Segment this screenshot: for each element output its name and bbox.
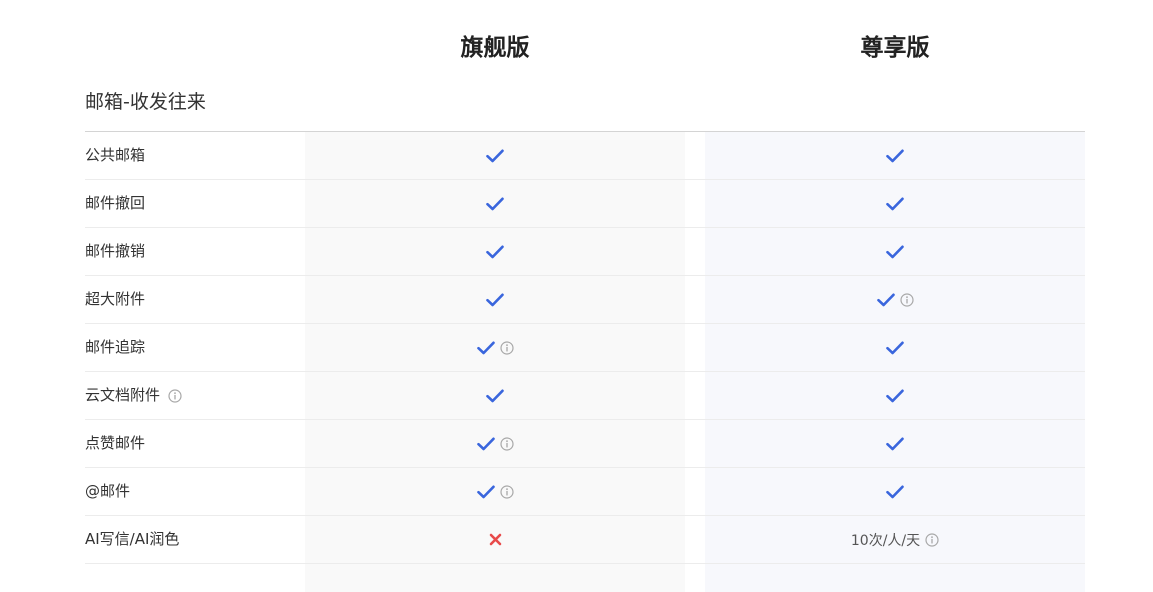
feature-label: 超大附件 (85, 290, 146, 308)
flagship-cell (305, 468, 685, 515)
check-icon (485, 242, 505, 262)
check-icon (885, 194, 905, 214)
flagship-cell (305, 372, 685, 419)
premium-cell (705, 180, 1085, 227)
info-icon[interactable] (500, 340, 515, 355)
feature-label: 云文档附件 (85, 386, 161, 404)
info-icon[interactable] (500, 484, 515, 499)
feature-name: 公共邮箱 (85, 132, 145, 179)
flagship-cell (305, 324, 685, 371)
feature-label: AI写信/AI润色 (85, 530, 180, 548)
premium-cell (705, 468, 1085, 515)
check-icon (476, 482, 496, 502)
feature-label: 邮件撤回 (85, 194, 146, 212)
check-icon (476, 434, 496, 454)
feature-name: 点赞邮件 (85, 420, 145, 467)
table-row: 邮件撤销 (85, 228, 1085, 276)
check-icon (885, 146, 905, 166)
check-icon (885, 338, 905, 358)
flagship-cell (305, 516, 685, 563)
info-icon[interactable] (924, 532, 939, 547)
flagship-cell (305, 132, 685, 179)
plan-header-premium: 尊享版 (860, 35, 930, 61)
check-icon (476, 338, 496, 358)
feature-label: 邮件撤销 (85, 242, 146, 260)
check-icon (485, 386, 505, 406)
premium-cell (705, 372, 1085, 419)
info-icon[interactable] (167, 388, 182, 403)
check-icon (885, 242, 905, 262)
feature-label: 点赞邮件 (85, 434, 146, 452)
feature-name: 云文档附件 (85, 372, 182, 419)
premium-cell (705, 324, 1085, 371)
flagship-cell (305, 228, 685, 275)
table-row: 点赞邮件 (85, 420, 1085, 468)
flagship-cell (305, 180, 685, 227)
premium-cell: 10次/人/天 (705, 516, 1085, 563)
feature-label: 公共邮箱 (85, 146, 146, 164)
table-row: 公共邮箱 (85, 132, 1085, 180)
usage-limit-text: 10次/人/天 (850, 532, 921, 549)
table-row: 邮件追踪 (85, 324, 1085, 372)
check-icon (876, 290, 896, 310)
feature-name: 邮件撤销 (85, 228, 145, 275)
table-row: 云文档附件 (85, 372, 1085, 420)
check-icon (885, 434, 905, 454)
plan-header-flagship: 旗舰版 (460, 35, 530, 61)
check-icon (485, 290, 505, 310)
feature-label: @邮件 (85, 482, 131, 500)
table-row: 超大附件 (85, 276, 1085, 324)
premium-cell (705, 420, 1085, 467)
info-icon[interactable] (900, 292, 915, 307)
check-icon (885, 386, 905, 406)
premium-cell (705, 276, 1085, 323)
feature-name: 邮件追踪 (85, 324, 145, 371)
feature-name: 超大附件 (85, 276, 145, 323)
feature-name: @邮件 (85, 468, 130, 515)
table-row: 邮件撤回 (85, 180, 1085, 228)
feature-comparison-table: 公共邮箱邮件撤回邮件撤销超大附件邮件追踪云文档附件点赞邮件 @邮件 AI写信/AI润… (85, 132, 1085, 564)
premium-cell (705, 228, 1085, 275)
check-icon (485, 146, 505, 166)
flagship-cell (305, 276, 685, 323)
feature-name: AI写信/AI润色 (85, 516, 179, 563)
table-row: @邮件 (85, 468, 1085, 516)
info-icon[interactable] (500, 436, 515, 451)
flagship-cell (305, 420, 685, 467)
feature-name: 邮件撤回 (85, 180, 145, 227)
feature-label: 邮件追踪 (85, 338, 146, 356)
premium-cell (705, 132, 1085, 179)
check-icon (885, 482, 905, 502)
cross-icon (485, 530, 505, 550)
check-icon (485, 194, 505, 214)
table-row: AI写信/AI润色 10次/人/天 (85, 516, 1085, 564)
section-title: 邮箱-收发往来 (85, 91, 206, 113)
